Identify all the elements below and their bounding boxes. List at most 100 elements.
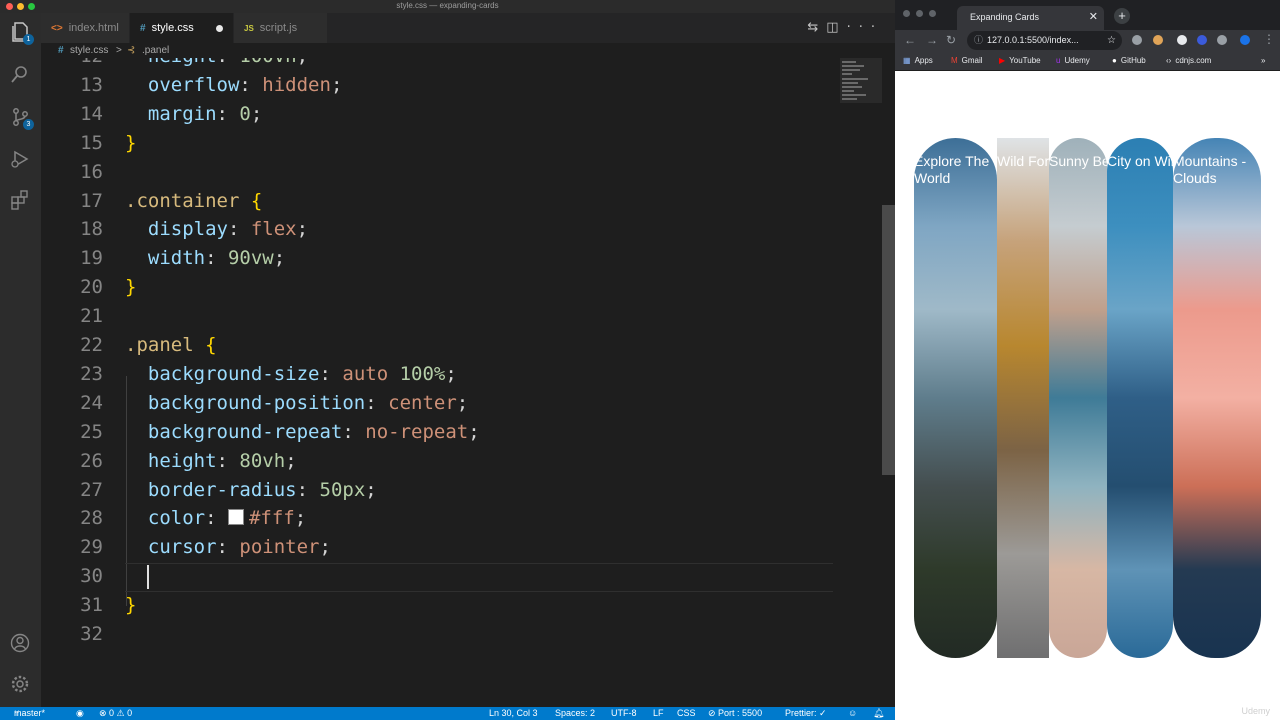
panel-title: City on Winter bbox=[1107, 153, 1173, 169]
code-line[interactable]: 13 overflow: hidden; bbox=[41, 71, 841, 100]
panel-explore-the-world[interactable]: Explore The World bbox=[914, 138, 997, 658]
profile-avatar[interactable] bbox=[1240, 35, 1250, 45]
code-line[interactable]: 15} bbox=[41, 129, 841, 158]
code-line[interactable]: 18 display: flex; bbox=[41, 215, 841, 244]
code-line[interactable]: 17 .container { bbox=[41, 187, 841, 216]
css-file-icon: # bbox=[58, 45, 64, 56]
bookmark-udemy[interactable]: u Udemy bbox=[1056, 51, 1090, 70]
extension-icon[interactable] bbox=[1197, 35, 1207, 45]
new-tab-button[interactable]: + bbox=[1114, 8, 1130, 24]
code-line[interactable]: 25 background-repeat: no-repeat; bbox=[41, 418, 841, 447]
compare-changes-icon[interactable]: ⇆ bbox=[807, 20, 826, 35]
run-debug-icon[interactable] bbox=[9, 148, 31, 170]
code-line[interactable]: 28 color: #fff; bbox=[41, 504, 841, 533]
extensions-puzzle-icon[interactable] bbox=[1217, 35, 1227, 45]
panel-sunny-beach[interactable]: Sunny Beach bbox=[1049, 138, 1107, 658]
browser-tab-strip: Expanding Cards ✕ + bbox=[895, 0, 1280, 30]
indentation[interactable]: Spaces: 2 bbox=[555, 707, 595, 720]
close-window-button[interactable] bbox=[903, 10, 910, 17]
code-line[interactable]: 14 margin: 0; bbox=[41, 100, 841, 129]
code-line[interactable]: 26 height: 80vh; bbox=[41, 447, 841, 476]
breadcrumb-file[interactable]: style.css bbox=[70, 43, 108, 58]
forward-arrow-icon[interactable]: → bbox=[926, 33, 938, 47]
browser-tab[interactable]: Expanding Cards ✕ bbox=[957, 6, 1104, 30]
line-number: 24 bbox=[80, 391, 103, 414]
split-editor-icon[interactable]: ◫ bbox=[826, 20, 846, 35]
breadcrumb-symbol[interactable]: .panel bbox=[142, 43, 169, 58]
code-line[interactable]: 31} bbox=[41, 591, 841, 620]
code-line[interactable]: 20} bbox=[41, 273, 841, 302]
code-line[interactable]: 24 background-position: center; bbox=[41, 389, 841, 418]
line-number: 21 bbox=[80, 305, 103, 328]
vertical-scrollbar[interactable] bbox=[882, 205, 895, 475]
unsaved-dot-icon[interactable] bbox=[216, 25, 223, 32]
explorer-badge: 1 bbox=[23, 34, 34, 45]
tab-style-css[interactable]: # style.css bbox=[130, 13, 234, 43]
code-line[interactable]: 22 .panel { bbox=[41, 331, 841, 360]
line-number: 14 bbox=[80, 102, 103, 125]
code-line[interactable]: 32 bbox=[41, 620, 841, 649]
zoom-window-button[interactable] bbox=[929, 10, 936, 17]
explorer-icon[interactable]: 1 bbox=[9, 21, 34, 45]
branch-name: master* bbox=[14, 708, 46, 718]
live-server-port[interactable]: ⊘ Port : 5500 bbox=[708, 707, 762, 720]
end-of-line[interactable]: LF bbox=[653, 707, 664, 720]
panel-mountains-clouds[interactable]: Mountains - Clouds bbox=[1173, 138, 1261, 658]
feedback-icon[interactable]: ☺ bbox=[848, 707, 857, 720]
browser-toolbar: ← → ↻ ⓘ 127.0.0.1:5500/index... ☆ ⋮ bbox=[895, 30, 1280, 51]
more-bookmarks-icon[interactable]: » bbox=[1261, 51, 1265, 70]
bookmarks-bar: ▦ Apps M Gmail ▶ YouTube u Udemy ● GitHub ‹› c… bbox=[895, 51, 1280, 71]
tab-label: style.css bbox=[151, 22, 194, 34]
address-bar[interactable]: ⓘ 127.0.0.1:5500/index... ☆ bbox=[967, 31, 1122, 50]
bookmark-gmail[interactable]: M Gmail bbox=[951, 51, 983, 70]
tab-index-html[interactable]: <> index.html bbox=[41, 13, 130, 43]
code-text: height: 80vh; bbox=[147, 449, 297, 472]
extension-icon[interactable] bbox=[1153, 35, 1163, 45]
minimap[interactable] bbox=[840, 58, 882, 103]
code-line[interactable]: 30 bbox=[41, 562, 841, 591]
source-control-badge: 3 bbox=[23, 119, 34, 130]
panel-city-on-winter[interactable]: City on Winter bbox=[1107, 138, 1173, 658]
prettier-status[interactable]: Prettier: ✓ bbox=[785, 707, 827, 720]
more-actions-icon[interactable]: ··· bbox=[847, 20, 883, 35]
bookmark-youtube[interactable]: ▶ YouTube bbox=[999, 51, 1041, 70]
tab-script-js[interactable]: JS script.js bbox=[234, 13, 328, 43]
bookmark-star-icon[interactable]: ☆ bbox=[1107, 31, 1116, 50]
code-line[interactable]: 23 background-size: auto 100%; bbox=[41, 360, 841, 389]
settings-gear-icon[interactable] bbox=[9, 673, 31, 695]
code-line[interactable]: 29 cursor: pointer; bbox=[41, 533, 841, 562]
extensions-icon[interactable] bbox=[9, 189, 31, 211]
info-icon[interactable]: ⓘ bbox=[974, 31, 983, 50]
back-arrow-icon[interactable]: ← bbox=[904, 33, 916, 47]
minimize-window-button[interactable] bbox=[916, 10, 923, 17]
bookmark-apps[interactable]: ▦ Apps bbox=[903, 51, 933, 70]
extension-icon[interactable] bbox=[1177, 35, 1187, 45]
source-control-icon[interactable]: 3 bbox=[9, 106, 34, 130]
reload-icon[interactable]: ↻ bbox=[946, 33, 956, 47]
accounts-icon[interactable] bbox=[9, 632, 31, 654]
problems-indicator[interactable]: ⊗ 0 ⚠ 0 bbox=[99, 707, 132, 720]
code-line[interactable]: 12 height: 100vh; bbox=[41, 58, 841, 71]
panel-wild-forest[interactable]: Wild Forest bbox=[997, 138, 1049, 658]
code-line[interactable]: 16 bbox=[41, 158, 841, 187]
code-line[interactable]: 27 border-radius: 50px; bbox=[41, 476, 841, 505]
code-line[interactable]: 19 width: 90vw; bbox=[41, 244, 841, 273]
line-number: 19 bbox=[80, 247, 103, 270]
editor-actions: ⇆◫··· bbox=[807, 20, 883, 35]
close-tab-icon[interactable]: ✕ bbox=[1089, 6, 1098, 28]
bookmark-github[interactable]: ● GitHub bbox=[1112, 51, 1146, 70]
menu-dots-icon[interactable]: ⋮ bbox=[1263, 32, 1275, 46]
github-icon: ● bbox=[1112, 56, 1117, 65]
language-mode[interactable]: CSS bbox=[677, 707, 696, 720]
live-share-icon[interactable]: ◉ bbox=[76, 707, 84, 720]
notifications-bell-icon[interactable]: 🔔︎ bbox=[873, 707, 884, 720]
bookmark-cdnjs[interactable]: ‹› cdnjs.com bbox=[1166, 51, 1211, 70]
cursor-position[interactable]: Ln 30, Col 3 bbox=[489, 707, 538, 720]
code-line[interactable]: 21 bbox=[41, 302, 841, 331]
extension-icon[interactable] bbox=[1132, 35, 1142, 45]
bookmark-label: GitHub bbox=[1120, 56, 1146, 65]
code-editor[interactable]: 12 height: 100vh;13 overflow: hidden;14 … bbox=[41, 58, 895, 707]
search-icon[interactable] bbox=[9, 63, 31, 85]
encoding[interactable]: UTF-8 bbox=[611, 707, 637, 720]
youtube-icon: ▶ bbox=[999, 56, 1006, 65]
